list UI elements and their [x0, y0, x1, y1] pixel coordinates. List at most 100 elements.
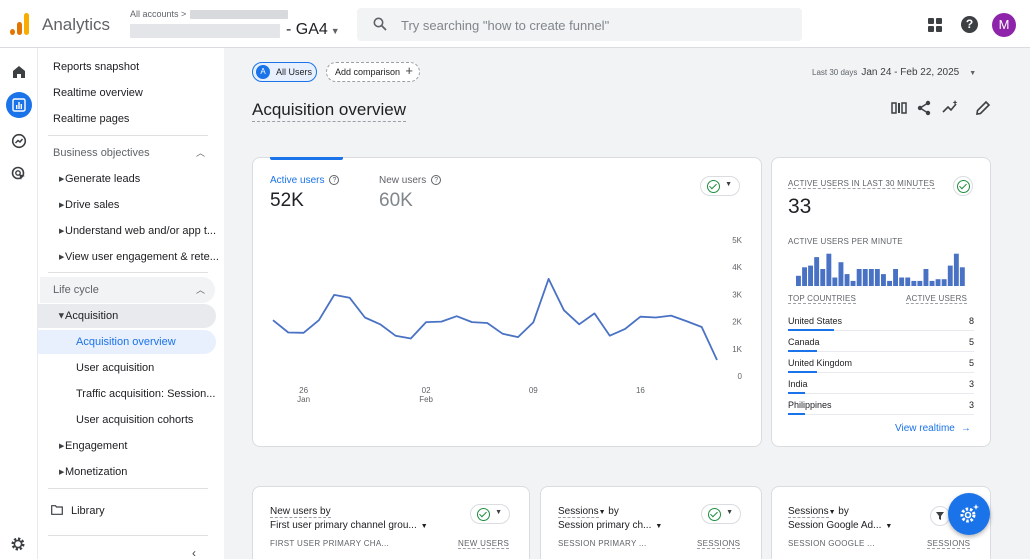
card-options-button[interactable]: ▼ — [700, 176, 740, 196]
data-point[interactable] — [347, 295, 352, 300]
per-minute-bar[interactable] — [905, 277, 911, 287]
col-sessions[interactable]: SESSIONS — [927, 539, 971, 549]
view-realtime-link[interactable]: View realtime → — [895, 423, 971, 434]
data-point[interactable] — [607, 333, 612, 338]
edit-pencil-icon[interactable] — [974, 99, 992, 117]
chip-all-users[interactable]: A All Users — [252, 62, 317, 82]
analytics-logo[interactable] — [10, 13, 30, 35]
nav-user-engagement[interactable]: ▶ View user engagement & rete... — [59, 251, 219, 263]
col-session-google-ads[interactable]: SESSION GOOGLE ... — [788, 539, 875, 548]
per-minute-bar[interactable] — [820, 269, 826, 286]
data-point[interactable] — [623, 326, 628, 331]
data-point[interactable] — [715, 357, 720, 362]
data-point[interactable] — [286, 330, 291, 335]
data-point[interactable] — [271, 318, 276, 323]
card-options-button[interactable]: ▼ — [701, 504, 741, 524]
dimension-selector[interactable]: First user primary channel grou... ▼ — [270, 520, 428, 531]
data-point[interactable] — [393, 333, 398, 338]
data-point[interactable] — [439, 319, 444, 324]
reports-icon[interactable] — [6, 92, 32, 118]
property-selector[interactable]: - GA4 ▼ — [286, 21, 340, 39]
per-minute-bar[interactable] — [856, 269, 862, 286]
data-point[interactable] — [669, 313, 674, 318]
nav-reports-snapshot[interactable]: Reports snapshot — [53, 61, 139, 73]
card-options-button[interactable]: ▼ — [470, 504, 510, 524]
per-minute-bar[interactable] — [862, 269, 868, 286]
data-point[interactable] — [699, 325, 704, 330]
per-minute-bar[interactable] — [923, 269, 929, 286]
per-minute-bar[interactable] — [868, 269, 874, 286]
data-point[interactable] — [577, 322, 582, 327]
per-minute-bar[interactable] — [802, 267, 807, 286]
realtime-options-button[interactable] — [953, 176, 973, 196]
per-minute-bar[interactable] — [935, 279, 941, 286]
per-minute-bar[interactable] — [941, 279, 947, 286]
data-point[interactable] — [638, 314, 643, 319]
nav-understand-web[interactable]: ▶ Understand web and/or app t... — [59, 225, 216, 237]
nav-monetization[interactable]: ▶ Monetization — [59, 466, 127, 478]
data-point[interactable] — [653, 315, 658, 320]
col-top-countries[interactable]: TOP COUNTRIES — [788, 294, 857, 304]
col-sessions[interactable]: SESSIONS — [697, 539, 741, 549]
col-first-user-channel[interactable]: FIRST USER PRIMARY CHA... — [270, 539, 389, 548]
nav-traffic-acquisition[interactable]: Traffic acquisition: Session... — [76, 388, 215, 400]
account-breadcrumb[interactable]: All accounts > — [130, 9, 186, 19]
nav-section-business-objectives[interactable]: Business objectives ︿ — [40, 140, 215, 166]
per-minute-bar[interactable] — [917, 280, 923, 286]
data-point[interactable] — [316, 318, 321, 323]
data-point[interactable] — [485, 320, 490, 325]
apps-grid-icon[interactable] — [928, 18, 942, 32]
data-point[interactable] — [515, 335, 520, 340]
share-icon[interactable] — [915, 99, 933, 117]
insights-icon[interactable] — [941, 99, 959, 117]
data-point[interactable] — [408, 336, 413, 341]
data-point[interactable] — [470, 320, 475, 325]
search-bar[interactable]: Try searching "how to create funnel" — [357, 8, 802, 41]
insights-fab-button[interactable] — [948, 493, 990, 535]
per-minute-bar[interactable] — [929, 280, 935, 286]
collapse-sidebar-chevron-icon[interactable]: ‹ — [192, 546, 196, 559]
per-minute-bar[interactable] — [893, 269, 898, 286]
help-circle-icon[interactable]: ? — [329, 175, 340, 185]
add-comparison-button[interactable]: Add comparison + — [326, 62, 420, 82]
per-minute-bar[interactable] — [887, 280, 892, 286]
per-minute-bar[interactable] — [814, 257, 820, 286]
per-minute-bar[interactable] — [826, 253, 832, 286]
nav-section-life-cycle[interactable]: Life cycle ︿ — [40, 277, 215, 303]
dimension-selector[interactable]: Session primary ch... ▼ — [558, 520, 662, 531]
date-range-picker[interactable]: Last 30 days Jan 24 - Feb 22, 2025 ▼ — [812, 67, 976, 78]
app-name[interactable]: Analytics — [42, 15, 110, 35]
data-point[interactable] — [301, 330, 306, 335]
data-point[interactable] — [561, 308, 566, 313]
settings-gear-icon[interactable] — [10, 536, 26, 552]
dimension-selector[interactable]: Session Google Ad... ▼ — [788, 520, 892, 531]
data-point[interactable] — [684, 319, 689, 324]
home-icon[interactable] — [8, 61, 30, 83]
nav-acquisition[interactable]: ▶ Acquisition — [58, 310, 119, 322]
data-point[interactable] — [362, 315, 367, 320]
nav-realtime-overview[interactable]: Realtime overview — [53, 87, 143, 99]
nav-engagement[interactable]: ▶ Engagement — [59, 440, 127, 452]
tab-new-users[interactable]: New users? — [379, 175, 442, 186]
data-point[interactable] — [454, 314, 459, 319]
help-circle-icon[interactable]: ? — [431, 175, 442, 185]
per-minute-bar[interactable] — [796, 275, 801, 286]
data-point[interactable] — [531, 320, 536, 325]
per-minute-bar[interactable] — [874, 269, 880, 286]
tab-active-users[interactable]: Active users? — [270, 175, 340, 186]
filter-button[interactable] — [930, 506, 950, 526]
data-point[interactable] — [424, 320, 429, 325]
explore-icon[interactable] — [8, 130, 30, 152]
per-minute-bar[interactable] — [899, 277, 905, 287]
col-active-users[interactable]: ACTIVE USERS — [906, 294, 968, 304]
compare-view-icon[interactable] — [890, 99, 908, 117]
data-point[interactable] — [378, 322, 383, 327]
per-minute-bar[interactable] — [838, 262, 844, 286]
data-point[interactable] — [332, 292, 337, 297]
per-minute-bar[interactable] — [959, 267, 965, 286]
nav-realtime-pages[interactable]: Realtime pages — [53, 113, 129, 125]
per-minute-bar[interactable] — [832, 277, 838, 287]
metric-selector[interactable]: Sessions▼ by — [788, 506, 849, 518]
col-new-users[interactable]: NEW USERS — [458, 539, 510, 549]
data-point[interactable] — [592, 311, 597, 316]
